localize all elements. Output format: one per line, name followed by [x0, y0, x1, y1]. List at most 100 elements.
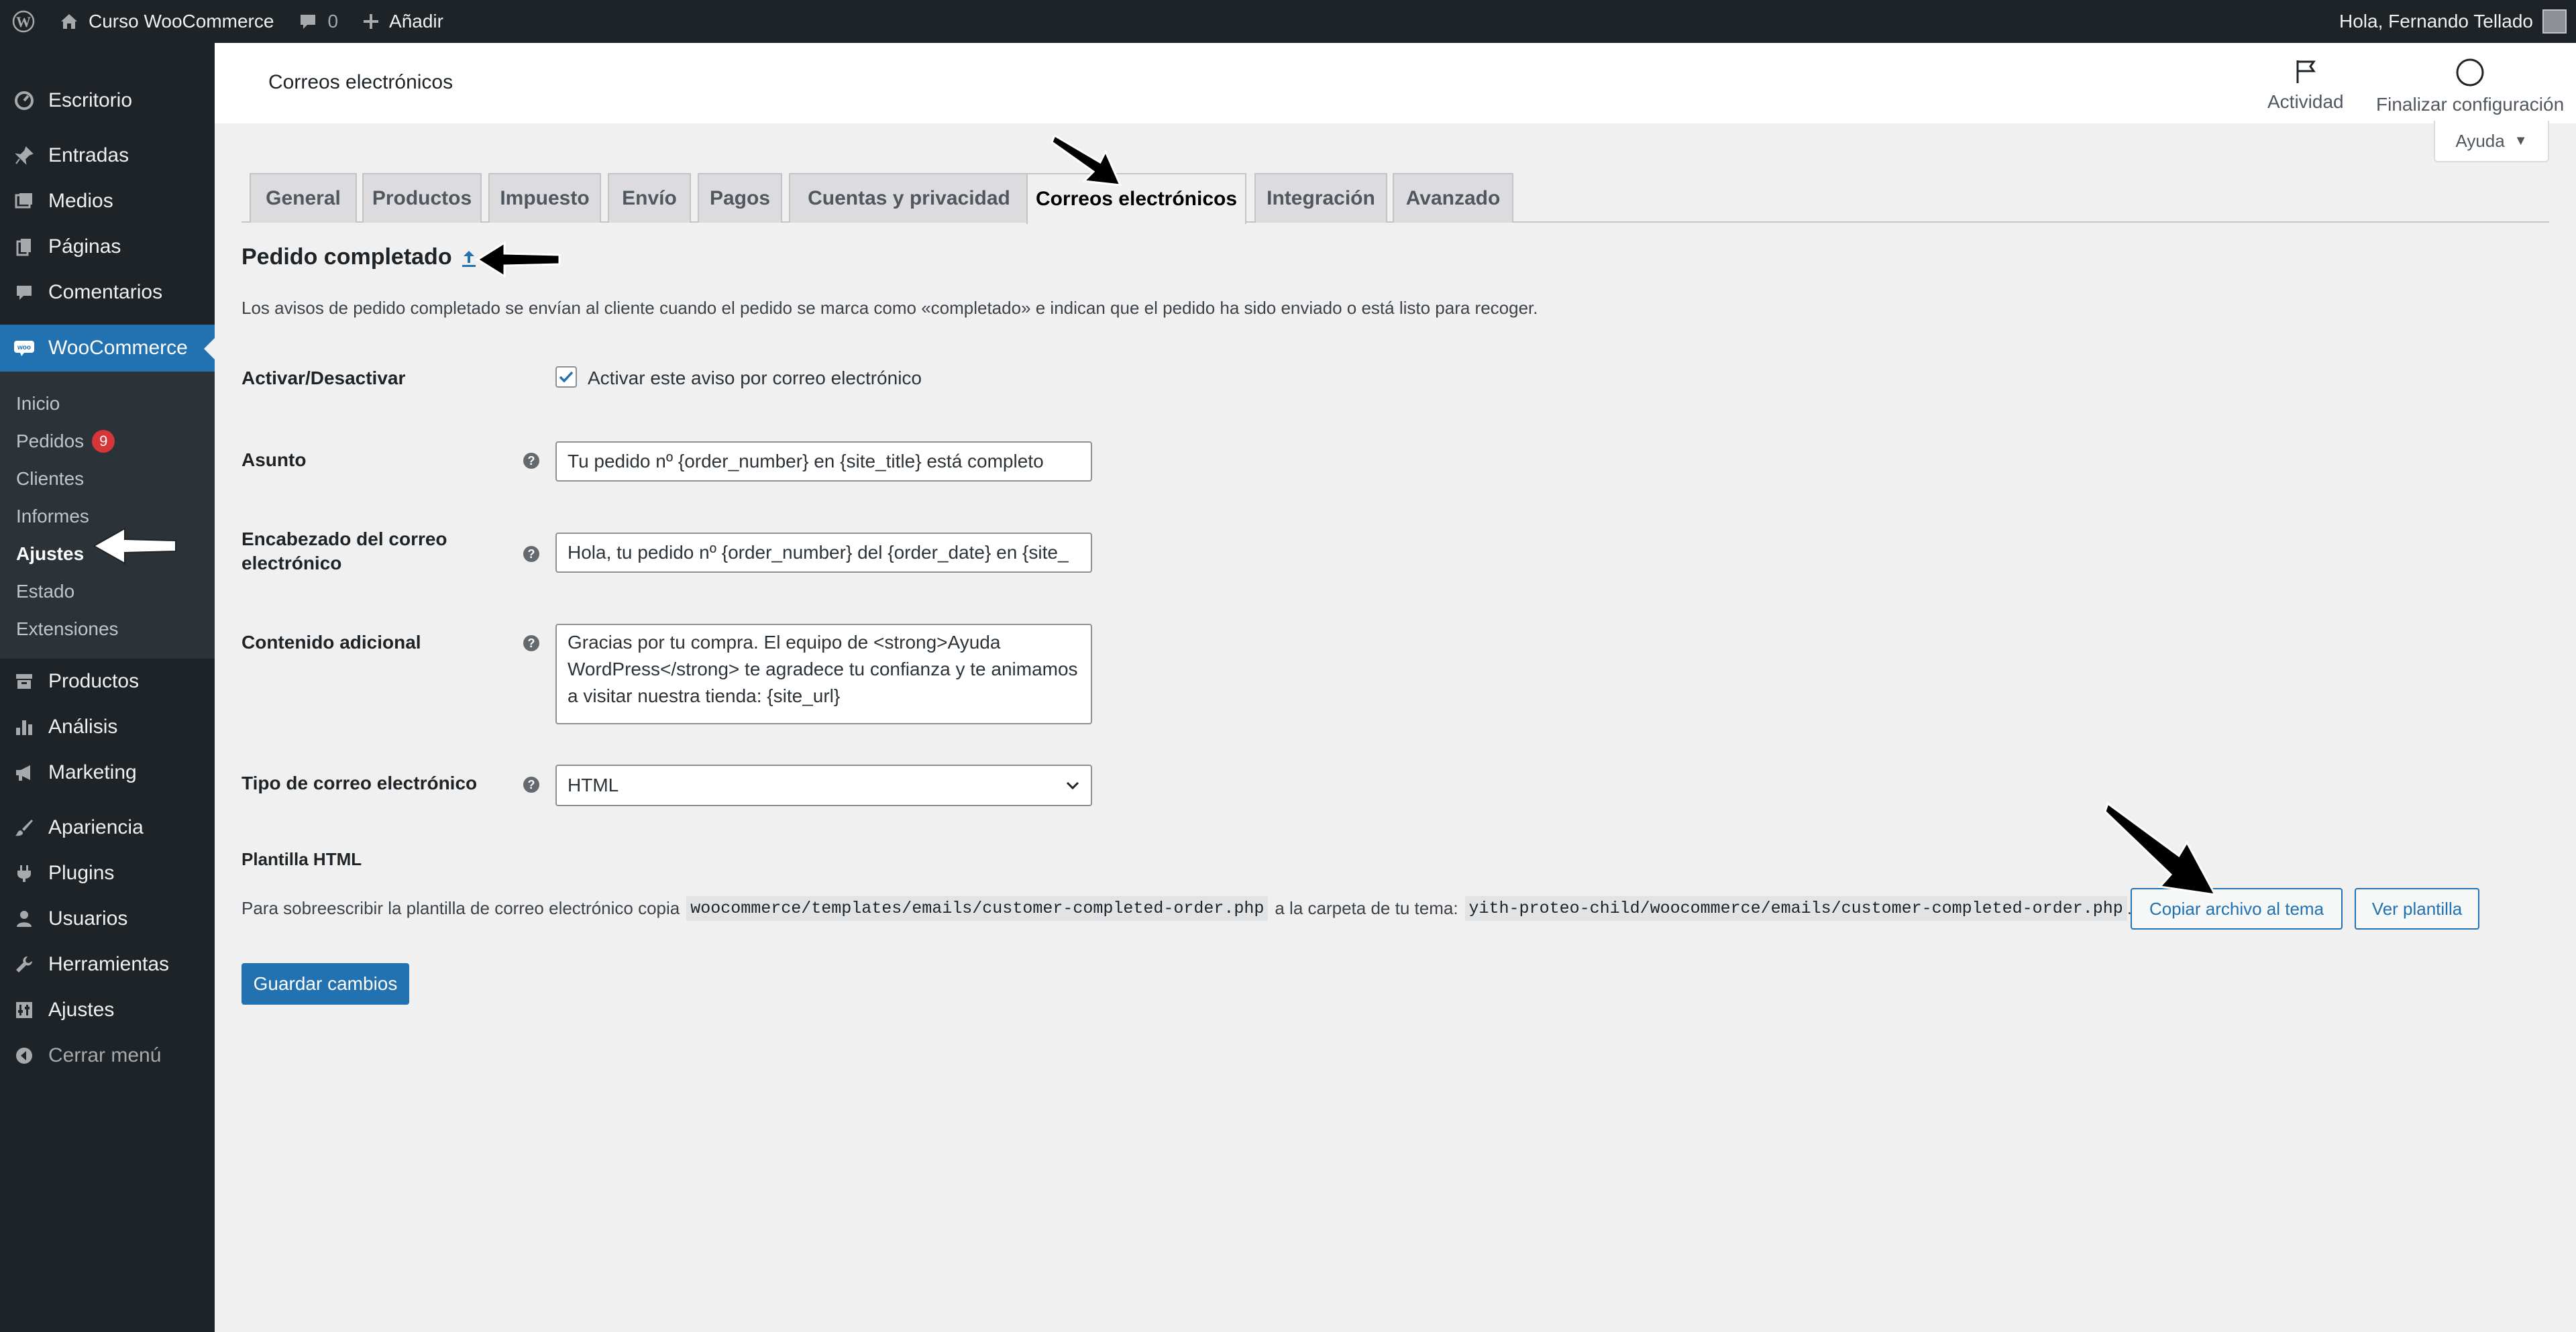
- tab-impuesto[interactable]: Impuesto: [488, 173, 601, 223]
- submenu-item-label: Clientes: [16, 468, 85, 489]
- submenu-item-label: Informes: [16, 506, 89, 526]
- tab-integracion[interactable]: Integración: [1254, 173, 1387, 223]
- tab-label: Pagos: [709, 187, 771, 209]
- help-tip-icon[interactable]: ?: [523, 777, 539, 793]
- submenu-item-pedidos[interactable]: Pedidos 9: [0, 423, 215, 460]
- tab-label: Avanzado: [1405, 187, 1501, 209]
- settings-tabs: General Productos Impuesto Envío Pagos C…: [241, 173, 2549, 224]
- annotation-arrow-copy-button: [2104, 801, 2217, 896]
- caret-down-icon: ▼: [2514, 133, 2528, 148]
- sidebar-item-label: Plugins: [48, 862, 115, 884]
- comments-icon: [13, 282, 35, 303]
- orders-count-badge: 9: [92, 430, 115, 453]
- sidebar-item-label: Páginas: [48, 235, 121, 258]
- email-heading-input[interactable]: Hola, tu pedido nº {order_number} del {o…: [555, 533, 1092, 573]
- enable-label: Activar/Desactivar: [241, 368, 406, 388]
- tab-cuentas-privacidad[interactable]: Cuentas y privacidad: [789, 173, 1029, 223]
- admin-sidebar: Escritorio Entradas Medios Páginas Comen…: [0, 43, 215, 1332]
- view-template-button[interactable]: Ver plantilla: [2355, 888, 2479, 930]
- add-new-label: Añadir: [389, 11, 443, 32]
- template-instructions: Para sobreescribir la plantilla de corre…: [241, 896, 2132, 921]
- sidebar-item-paginas[interactable]: Páginas: [0, 224, 215, 270]
- tab-general[interactable]: General: [250, 173, 357, 223]
- sidebar-item-herramientas[interactable]: Herramientas: [0, 942, 215, 987]
- home-icon: [61, 14, 77, 29]
- progress-circle-icon: [2456, 58, 2484, 87]
- user-icon: [13, 908, 35, 930]
- sidebar-item-collapse-menu[interactable]: Cerrar menú: [0, 1033, 215, 1078]
- comments-link[interactable]: 0: [286, 0, 350, 43]
- activity-button[interactable]: Actividad: [2267, 58, 2344, 113]
- email-type-label: Tipo de correo electrónico: [241, 773, 478, 793]
- sidebar-item-label: WooCommerce: [48, 337, 188, 359]
- sidebar-item-label: Medios: [48, 190, 113, 212]
- bar-chart-icon: [13, 716, 35, 738]
- help-tip-icon[interactable]: ?: [523, 453, 539, 469]
- template-title: Plantilla HTML: [241, 849, 362, 869]
- wordpress-logo-icon: W: [12, 10, 35, 33]
- sidebar-item-label: Entradas: [48, 144, 129, 166]
- page-title: Correos electrónicos: [268, 71, 453, 93]
- template-text: a la carpeta de tu tema:: [1275, 898, 1458, 918]
- wrench-icon: [13, 954, 35, 975]
- template-source-path: woocommerce/templates/emails/customer-co…: [686, 896, 1269, 921]
- sidebar-item-entradas[interactable]: Entradas: [0, 133, 215, 178]
- svg-text:W: W: [16, 13, 31, 30]
- tab-pagos[interactable]: Pagos: [698, 173, 782, 223]
- submenu-item-extensiones[interactable]: Extensiones: [0, 610, 215, 648]
- submenu-item-inicio[interactable]: Inicio: [0, 385, 215, 423]
- settings-icon: [13, 999, 35, 1021]
- sidebar-item-apariencia[interactable]: Apariencia: [0, 805, 215, 850]
- finish-setup-button[interactable]: Finalizar configuración: [2376, 58, 2564, 115]
- enable-checkbox[interactable]: [555, 366, 577, 388]
- sidebar-item-usuarios[interactable]: Usuarios: [0, 896, 215, 942]
- save-changes-button[interactable]: Guardar cambios: [241, 963, 409, 1005]
- subject-input[interactable]: Tu pedido nº {order_number} en {site_tit…: [555, 441, 1092, 482]
- collapse-icon: [13, 1045, 35, 1066]
- help-tip-icon[interactable]: ?: [523, 546, 539, 562]
- email-type-selected: HTML: [568, 775, 619, 795]
- sidebar-item-label: Herramientas: [48, 953, 170, 975]
- woocommerce-submenu: Inicio Pedidos 9 Clientes Informes Ajuste…: [0, 372, 215, 659]
- help-button[interactable]: Ayuda ▼: [2434, 121, 2549, 162]
- additional-content-textarea[interactable]: Gracias por tu compra. El equipo de <str…: [555, 624, 1092, 724]
- sidebar-item-marketing[interactable]: Marketing: [0, 750, 215, 795]
- wordpress-logo-button[interactable]: W: [0, 0, 47, 43]
- heading-label-line: electrónico: [241, 553, 342, 573]
- archive-icon: [13, 671, 35, 692]
- user-greeting: Hola, Fernando Tellado: [2339, 11, 2533, 32]
- avatar: [2542, 9, 2567, 34]
- sidebar-item-label: Comentarios: [48, 281, 163, 303]
- user-account-menu[interactable]: Hola, Fernando Tellado: [2339, 9, 2576, 34]
- sidebar-item-woocommerce[interactable]: woo WooCommerce: [0, 325, 215, 372]
- submenu-item-label: Inicio: [16, 393, 60, 414]
- enable-checkbox-label[interactable]: Activar este aviso por correo electrónic…: [588, 368, 922, 389]
- submenu-item-estado[interactable]: Estado: [0, 573, 215, 610]
- sidebar-item-ajustes[interactable]: Ajustes: [0, 987, 215, 1033]
- tab-productos[interactable]: Productos: [362, 173, 482, 223]
- sidebar-item-productos[interactable]: Productos: [0, 659, 215, 704]
- help-label: Ayuda: [2455, 130, 2505, 151]
- sidebar-item-analisis[interactable]: Análisis: [0, 704, 215, 750]
- sidebar-item-comentarios[interactable]: Comentarios: [0, 270, 215, 315]
- sidebar-item-plugins[interactable]: Plugins: [0, 850, 215, 896]
- site-name-link[interactable]: Curso WooCommerce: [47, 0, 286, 43]
- sidebar-item-medios[interactable]: Medios: [0, 178, 215, 224]
- tab-avanzado[interactable]: Avanzado: [1393, 173, 1513, 223]
- add-new-link[interactable]: Añadir: [350, 0, 455, 43]
- tab-envio[interactable]: Envío: [608, 173, 691, 223]
- email-type-select[interactable]: HTML: [555, 765, 1092, 806]
- sidebar-item-escritorio[interactable]: Escritorio: [0, 78, 215, 123]
- heading-label: Encabezado del correo electrónico: [241, 527, 447, 575]
- site-name: Curso WooCommerce: [89, 11, 274, 32]
- brush-icon: [13, 817, 35, 838]
- help-tip-icon[interactable]: ?: [523, 635, 539, 651]
- annotation-arrow-title: [476, 241, 561, 278]
- woo-icon: woo: [13, 337, 35, 359]
- checkmark-icon: [559, 371, 574, 383]
- submenu-item-clientes[interactable]: Clientes: [0, 460, 215, 498]
- megaphone-icon: [13, 762, 35, 783]
- finish-setup-label: Finalizar configuración: [2376, 94, 2565, 115]
- plus-icon: [364, 14, 379, 29]
- comment-bubble-icon: [301, 15, 316, 29]
